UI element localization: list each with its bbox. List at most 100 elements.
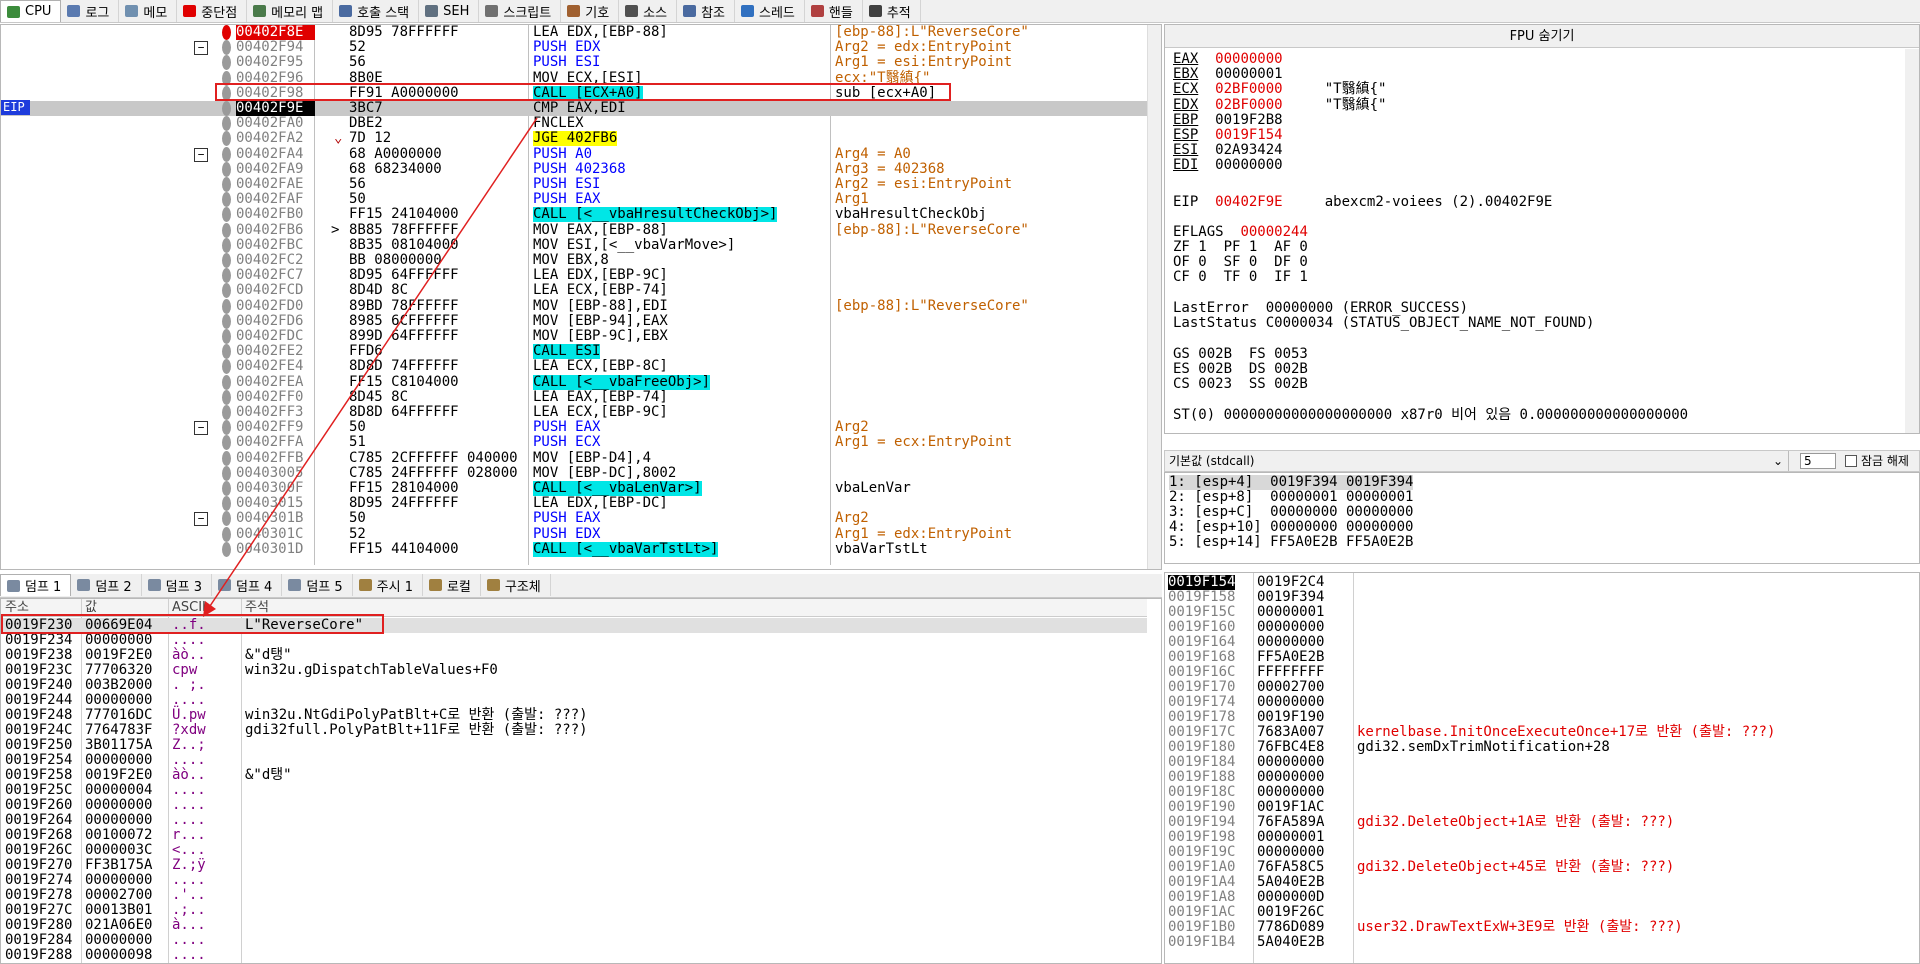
- breakpoint-dot[interactable]: [222, 268, 231, 284]
- register-value[interactable]: 00000000: [1215, 51, 1282, 67]
- register-row[interactable]: ESP 0019F154: [1173, 128, 1325, 143]
- breakpoint-dot[interactable]: [222, 222, 231, 238]
- disasm-row[interactable]: 00402FAF 50 PUSH EAX Arg1: [1, 192, 1147, 208]
- disasm-row[interactable]: 00402FDC 899D 64FFFFFF MOV [EBP-9C],EBX: [1, 329, 1147, 344]
- argument-row[interactable]: 3: [esp+C] 00000000 00000000: [1169, 505, 1413, 520]
- lock-checkbox[interactable]: [1845, 455, 1857, 467]
- disasm-row[interactable]: 0040301B 50 PUSH EAX Arg2: [1, 511, 1147, 527]
- dump-row[interactable]: 0019F274 00000000....: [1, 873, 1147, 888]
- disasm-row[interactable]: 00402FC2 BB 08000000 MOV EBX,8: [1, 253, 1147, 268]
- dump-row[interactable]: 0019F27C 00013B01.;..: [1, 903, 1147, 918]
- breakpoint-dot[interactable]: [222, 450, 231, 466]
- dump-row[interactable]: 0019F25C 00000004....: [1, 783, 1147, 798]
- disasm-row[interactable]: 00402F8E 8D95 78FFFFFF LEA EDX,[EBP-88] [eb…: [1, 25, 1147, 40]
- dump-row[interactable]: 0019F254 00000000....: [1, 753, 1147, 768]
- breakpoint-dot[interactable]: [222, 313, 231, 329]
- disasm-row[interactable]: 00402FF9 50 PUSH EAX Arg2: [1, 420, 1147, 436]
- breakpoint-dot[interactable]: [222, 207, 231, 223]
- disasm-row[interactable]: 00403005 C785 24FFFFFF 028000 MOV [EBP-DC]…: [1, 465, 1147, 481]
- disasm-row[interactable]: 00402FA2 ⌄ 7D 12 JGE 402FB6: [1, 131, 1147, 147]
- disasm-row[interactable]: 00402FBC 8B35 08104000 MOV ESI,[<__vbaVarM…: [1, 237, 1147, 253]
- stack-row[interactable]: 0019F1A4 5A040E2B: [1165, 875, 1905, 890]
- argument-row[interactable]: 4: [esp+10] 00000000 00000000: [1169, 520, 1413, 535]
- stack-row[interactable]: 0019F160 00000000: [1165, 620, 1905, 635]
- stack-row[interactable]: 0019F164 00000000: [1165, 635, 1905, 650]
- chevron-down-icon[interactable]: ⌄: [1773, 451, 1783, 471]
- stack-row[interactable]: 0019F16C FFFFFFFF: [1165, 665, 1905, 680]
- fold-toggle-icon[interactable]: −: [194, 41, 208, 56]
- disasm-row[interactable]: 00403015 8D95 24FFFFFF LEA EDX,[EBP-DC]: [1, 496, 1147, 512]
- register-value[interactable]: 00000244: [1240, 224, 1307, 240]
- breakpoint-dot[interactable]: [222, 25, 231, 40]
- tab-7[interactable]: 스크립트: [479, 0, 562, 22]
- breakpoint-dot[interactable]: [222, 253, 231, 268]
- breakpoint-dot[interactable]: [222, 192, 231, 208]
- stack-row[interactable]: 0019F17C 7683A007 kernelbase.InitOnceExecu…: [1165, 725, 1905, 740]
- breakpoint-dot[interactable]: [222, 405, 231, 420]
- breakpoint-dot[interactable]: [222, 541, 231, 557]
- stack-row[interactable]: 0019F1B0 7786D089 user32.DrawTextExW+3E9로 …: [1165, 920, 1905, 935]
- breakpoint-dot[interactable]: [222, 435, 231, 451]
- stack-row[interactable]: 0019F170 00002700: [1165, 680, 1905, 695]
- stack-row[interactable]: 0019F15C 00000001: [1165, 605, 1905, 620]
- tab-11[interactable]: 스레드: [735, 0, 805, 22]
- disasm-row[interactable]: 00402F9E 3BC7 CMP EAX,EDI: [1, 101, 1147, 116]
- stack-row[interactable]: 0019F178 0019F190: [1165, 710, 1905, 725]
- stack-row[interactable]: 0019F1AC 0019F26C: [1165, 905, 1905, 920]
- tab-3[interactable]: 중단점: [177, 0, 248, 22]
- register-value[interactable]: 02BF0000: [1215, 97, 1282, 113]
- dump-row[interactable]: 0019F26C 0000003C <...: [1, 843, 1147, 858]
- dump-row[interactable]: 0019F234 00000000....: [1, 633, 1147, 648]
- register-value[interactable]: 0019F154: [1215, 127, 1282, 143]
- breakpoint-dot[interactable]: [222, 40, 231, 56]
- breakpoint-dot[interactable]: [222, 283, 231, 299]
- dump-row[interactable]: 0019F258 0019F2E0 àò.. &"d탱": [1, 768, 1147, 783]
- disasm-row[interactable]: 00402FFB C785 2CFFFFFF 040000 MOV [EBP-D4]…: [1, 450, 1147, 466]
- breakpoint-dot[interactable]: [222, 161, 231, 177]
- register-value[interactable]: 00000000: [1215, 157, 1282, 173]
- stack-row[interactable]: 0019F1A8 0000000D: [1165, 890, 1905, 905]
- dump-tab-5[interactable]: 주시 1: [353, 574, 423, 596]
- stack-row[interactable]: 0019F190 0019F1AC: [1165, 800, 1905, 815]
- disasm-row[interactable]: 00402FA9 68 68234000 PUSH 402368 Arg3 = 402…: [1, 161, 1147, 177]
- tab-8[interactable]: 기호: [561, 0, 620, 22]
- register-row[interactable]: EDX 02BF0000 "T翳縝{": [1173, 97, 1386, 113]
- stack-row[interactable]: 0019F19C 00000000: [1165, 845, 1905, 860]
- stack-row[interactable]: 0019F180 76FBC4E8 gdi32.semDxTrimNotificat…: [1165, 740, 1905, 755]
- dump-tab-7[interactable]: 구조체: [481, 574, 551, 596]
- disasm-row[interactable]: 00402FAE 56 PUSH ESI Arg2 = esi:EntryPoint: [1, 177, 1147, 192]
- dump-row[interactable]: 0019F248 777016DC Ü.pw win32u.NtGdiPolyPatB…: [1, 708, 1147, 723]
- tab-4[interactable]: 메모리 맵: [247, 0, 334, 22]
- argument-row[interactable]: 5: [esp+14] FF5A0E2B FF5A0E2B: [1169, 535, 1413, 550]
- breakpoint-dot[interactable]: [222, 298, 231, 314]
- arg-count-stepper[interactable]: 5: [1800, 453, 1836, 469]
- breakpoint-dot[interactable]: [222, 55, 231, 71]
- disasm-row[interactable]: 00402F94 52 PUSH EDX Arg2 = edx:EntryPoint: [1, 40, 1147, 56]
- disassembly-scrollbar[interactable]: [1147, 25, 1161, 569]
- stack-row[interactable]: 0019F158 0019F394: [1165, 590, 1905, 605]
- breakpoint-dot[interactable]: [222, 496, 231, 512]
- disasm-row[interactable]: 00402FEA FF15 C8104000 CALL [<__vbaFreeObj…: [1, 374, 1147, 390]
- dump-tab-3[interactable]: 덤프 4: [212, 574, 283, 596]
- disasm-row[interactable]: 00402FE4 8D8D 74FFFFFF LEA ECX,[EBP-8C]: [1, 359, 1147, 375]
- dump-tab-2[interactable]: 덤프 3: [142, 574, 212, 596]
- register-value[interactable]: 0019F2B8: [1215, 112, 1282, 128]
- dump-row[interactable]: 0019F268 00100072 r...: [1, 828, 1147, 843]
- fold-toggle-icon[interactable]: −: [194, 512, 208, 527]
- disasm-row[interactable]: 00402FD6 8985 6CFFFFFF MOV [EBP-94],EAX: [1, 313, 1147, 329]
- tab-10[interactable]: 참조: [677, 0, 735, 22]
- disasm-row[interactable]: 0040301D FF15 44104000 CALL [<__vbaVarTstL…: [1, 541, 1147, 557]
- breakpoint-dot[interactable]: [222, 389, 231, 405]
- tab-9[interactable]: 소스: [619, 0, 678, 22]
- disasm-row[interactable]: 00402FD0 89BD 78FFFFFF MOV [EBP-88],EDI [eb…: [1, 298, 1147, 314]
- arguments-pane[interactable]: 1: [esp+4] 0019F394 0019F394 2: [esp+8] 0…: [1164, 472, 1920, 564]
- argument-row[interactable]: 1: [esp+4] 0019F394 0019F394: [1169, 475, 1414, 490]
- stack-row[interactable]: 0019F194 76FA589A gdi32.DeleteObject+1A로 반…: [1165, 815, 1905, 830]
- memory-dump-pane[interactable]: 주소 값 ASCII 주석 0019F230 00669E04 ..f. L"Reve…: [0, 598, 1162, 964]
- dump-tab-0[interactable]: 덤프 1: [0, 574, 72, 596]
- disasm-row[interactable]: 00402FF0 8D45 8C LEA EAX,[EBP-74]: [1, 389, 1147, 405]
- register-row[interactable]: EDI 00000000: [1173, 158, 1325, 173]
- register-value[interactable]: 00000001: [1215, 66, 1282, 82]
- breakpoint-dot[interactable]: [222, 420, 231, 436]
- dump-row[interactable]: 0019F23C 77706320 cpw win32u.gDispatchTabl…: [1, 663, 1147, 678]
